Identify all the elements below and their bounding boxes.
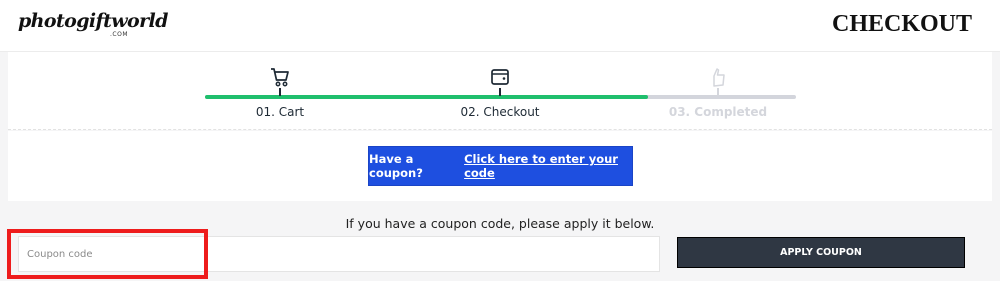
step-label: 03. Completed <box>668 105 768 119</box>
step-marker <box>499 88 501 96</box>
site-logo[interactable]: photogiftworld <box>18 10 168 32</box>
coupon-banner-panel: Have a coupon? Click here to enter your … <box>8 131 992 201</box>
wallet-icon <box>491 69 509 85</box>
enter-coupon-link[interactable]: Click here to enter your code <box>464 152 632 180</box>
step-marker <box>717 88 719 96</box>
cart-icon <box>271 68 289 87</box>
coupon-code-input[interactable] <box>18 236 660 272</box>
checkout-progress: 01. Cart 02. Checkout 03. Completed <box>8 52 992 130</box>
step-cart[interactable]: 01. Cart <box>220 66 340 119</box>
coupon-help-text: If you have a coupon code, please apply … <box>345 216 655 231</box>
site-header: photogiftworld .COM CHECKOUT <box>0 0 1000 52</box>
step-completed[interactable]: 03. Completed <box>658 66 778 119</box>
apply-coupon-button[interactable]: APPLY COUPON <box>677 237 965 268</box>
coupon-banner-prefix: Have a coupon? <box>369 152 423 180</box>
coupon-toggle-banner[interactable]: Have a coupon? Click here to enter your … <box>368 146 633 186</box>
step-label: 02. Checkout <box>460 105 540 119</box>
hand-point-icon <box>713 68 725 87</box>
step-checkout[interactable]: 02. Checkout <box>440 66 560 119</box>
page-title: CHECKOUT <box>831 11 972 37</box>
step-marker <box>279 88 281 96</box>
step-label: 01. Cart <box>255 105 305 119</box>
site-logo-suffix: .COM <box>110 31 128 38</box>
